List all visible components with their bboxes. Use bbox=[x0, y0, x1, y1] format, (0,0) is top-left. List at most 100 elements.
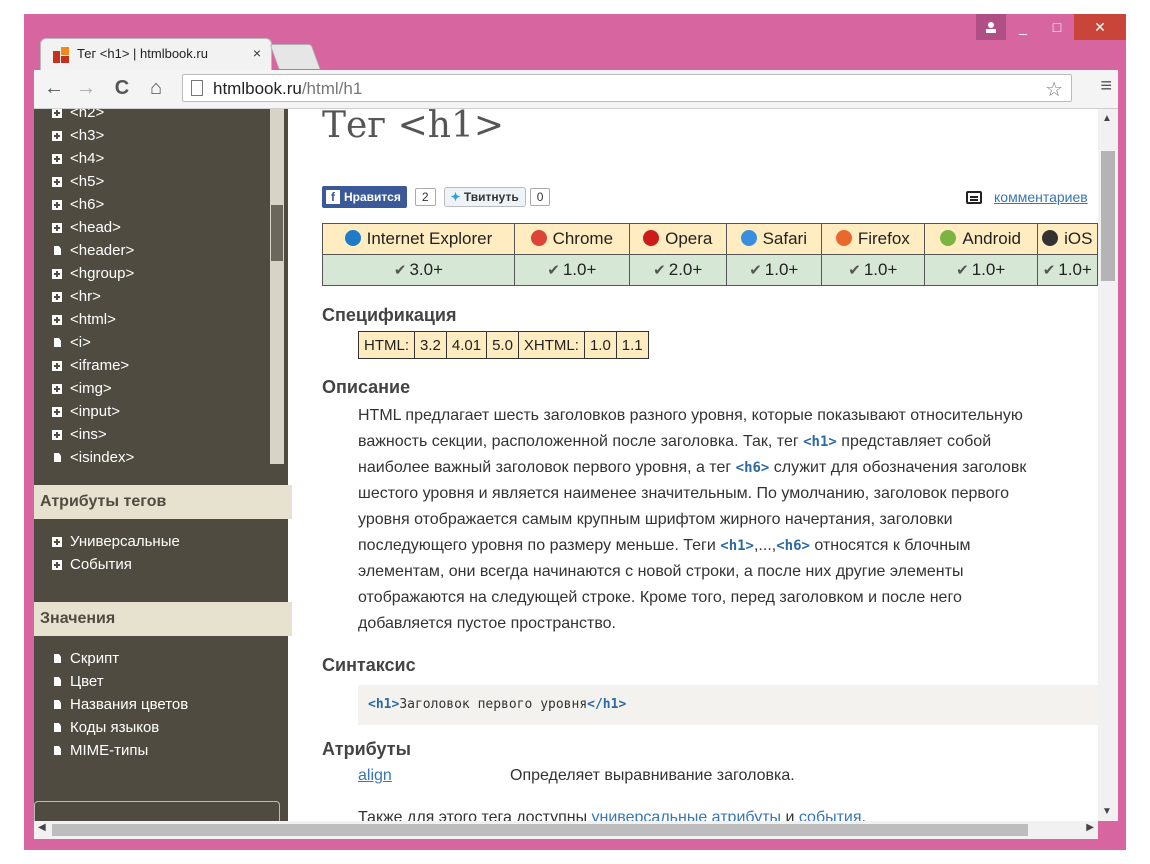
reload-icon[interactable]: C bbox=[110, 76, 134, 100]
bookmark-star-icon[interactable]: ☆ bbox=[1045, 77, 1063, 102]
sidebar-scrollbar-thumb[interactable] bbox=[271, 205, 283, 261]
sidebar-tag-item[interactable]: <i> bbox=[52, 331, 134, 354]
sidebar-tag-item[interactable]: <h3> bbox=[52, 124, 134, 147]
document-icon bbox=[54, 338, 61, 347]
sidebar-tag-item[interactable]: <head> bbox=[52, 216, 134, 239]
checkmark-icon: ✔ bbox=[547, 262, 560, 279]
checkmark-icon: ✔ bbox=[393, 262, 407, 279]
sidebar-tag-item-label: <h4> bbox=[70, 150, 105, 167]
sidebar-value-item[interactable]: Скрипт bbox=[52, 647, 188, 670]
checkmark-icon: ✔ bbox=[848, 262, 861, 279]
spec-html-version: 4.01 bbox=[445, 331, 488, 359]
sidebar-tag-item[interactable]: <header> bbox=[52, 239, 134, 262]
vertical-scrollbar[interactable]: ▲ ▼ bbox=[1098, 109, 1118, 821]
sidebar-tag-item[interactable]: <html> bbox=[52, 308, 134, 331]
facebook-icon: f bbox=[326, 190, 340, 204]
expand-plus-icon bbox=[52, 109, 62, 118]
chrome-menu-icon[interactable]: ≡ bbox=[1100, 75, 1112, 98]
sidebar-tag-item-label: <img> bbox=[70, 380, 112, 397]
new-tab-button[interactable] bbox=[269, 44, 321, 69]
minimize-button[interactable]: _ bbox=[1006, 14, 1040, 40]
comments-link-text[interactable]: комментариев bbox=[994, 189, 1088, 205]
sidebar-tag-item[interactable]: <h2> bbox=[52, 109, 134, 124]
expand-plus-icon bbox=[52, 360, 62, 371]
spec-table: HTML: 3.2 4.01 5.0 XHTML: 1.0 1.1 bbox=[358, 331, 649, 359]
sidebar-attribute-item[interactable]: Универсальные bbox=[52, 530, 180, 553]
sidebar-tag-item-label: <head> bbox=[70, 219, 121, 236]
browser-logo-icon bbox=[740, 230, 757, 246]
align-attribute-link[interactable]: align bbox=[358, 767, 392, 784]
values-section-header: Значения bbox=[34, 602, 292, 636]
maximize-button[interactable]: □ bbox=[1040, 14, 1074, 40]
document-icon bbox=[54, 700, 61, 709]
browser-logo-icon bbox=[1042, 230, 1059, 246]
expand-plus-icon bbox=[52, 199, 62, 210]
sidebar-tag-item[interactable]: <hr> bbox=[52, 285, 134, 308]
twitter-bird-icon: ✦ bbox=[450, 190, 461, 204]
browser-toolbar: ← → C ⌂ htmlbook.ru/html/h1 ☆ ≡ bbox=[34, 70, 1118, 109]
sidebar-value-item[interactable]: Названия цветов bbox=[52, 693, 188, 716]
sidebar-tag-item[interactable]: <h4> bbox=[52, 147, 134, 170]
browser-tab[interactable]: Тег <h1> | htmlbook.ru × bbox=[40, 38, 272, 70]
sidebar-tag-item[interactable]: <h5> bbox=[52, 170, 134, 193]
sidebar-value-item[interactable]: Цвет bbox=[52, 670, 188, 693]
tab-close-icon[interactable]: × bbox=[253, 45, 261, 61]
syntax-heading: Синтаксис bbox=[322, 655, 416, 675]
horizontal-scrollbar-thumb[interactable] bbox=[52, 824, 1028, 836]
browser-logo-icon bbox=[530, 230, 547, 246]
scroll-right-arrow-icon[interactable]: ▶ bbox=[1086, 822, 1094, 833]
description-text: HTML предлагает шесть заголовков разного… bbox=[358, 407, 1027, 632]
document-icon bbox=[54, 453, 61, 462]
browser-version-cell: ✔ 1.0+ bbox=[820, 254, 925, 286]
checkmark-icon: ✔ bbox=[653, 262, 666, 279]
user-profile-icon[interactable] bbox=[976, 14, 1006, 40]
expand-plus-icon bbox=[52, 536, 62, 547]
syntax-code-block: <h1>Заголовок первого уровня</h1> bbox=[358, 685, 1098, 725]
sidebar-scrollbar[interactable] bbox=[270, 109, 284, 464]
sidebar-tag-item[interactable]: <h6> bbox=[52, 193, 134, 216]
forward-arrow-icon[interactable]: → bbox=[74, 76, 98, 100]
expand-plus-icon bbox=[52, 429, 62, 440]
scroll-down-arrow-icon[interactable]: ▼ bbox=[1102, 806, 1112, 817]
sidebar-tag-item[interactable]: <isindex> bbox=[52, 446, 134, 469]
vertical-scrollbar-thumb[interactable] bbox=[1101, 151, 1115, 281]
sidebar-tag-item-label: <ins> bbox=[70, 426, 107, 443]
address-bar[interactable]: htmlbook.ru/html/h1 ☆ bbox=[182, 74, 1072, 102]
home-icon[interactable]: ⌂ bbox=[144, 76, 168, 100]
sidebar-tag-item[interactable]: <hgroup> bbox=[52, 262, 134, 285]
comments-link[interactable]: комментариев bbox=[966, 189, 1088, 205]
sidebar-tag-item[interactable]: <iframe> bbox=[52, 354, 134, 377]
tab-title: Тег <h1> | htmlbook.ru bbox=[77, 46, 208, 61]
scroll-left-arrow-icon[interactable]: ◀ bbox=[38, 822, 46, 833]
document-icon bbox=[54, 746, 61, 755]
url-text: htmlbook.ru/html/h1 bbox=[213, 79, 363, 98]
browser-logo-icon bbox=[835, 230, 852, 246]
facebook-like-button[interactable]: f Нравится bbox=[322, 186, 407, 208]
sidebar-tag-item[interactable]: <img> bbox=[52, 377, 134, 400]
back-arrow-icon[interactable]: ← bbox=[42, 76, 66, 100]
sidebar-value-item[interactable]: MIME-типы bbox=[52, 739, 188, 762]
page-title: Тег <h1> bbox=[322, 109, 505, 146]
comment-icon bbox=[966, 190, 982, 204]
sidebar-tag-item[interactable]: <ins> bbox=[52, 423, 134, 446]
close-window-button[interactable]: ✕ bbox=[1074, 14, 1126, 40]
checkmark-icon: ✔ bbox=[956, 262, 969, 279]
universal-attributes-link[interactable]: универсальные атрибуты bbox=[592, 809, 782, 821]
browser-name-cell: Firefox bbox=[820, 223, 925, 255]
sidebar-search-box[interactable] bbox=[34, 801, 280, 821]
attribute-row: align Определяет выравнивание заголовка. bbox=[358, 767, 795, 785]
tweet-button[interactable]: ✦ Твитнуть bbox=[443, 187, 526, 207]
browser-logo-icon bbox=[344, 230, 361, 246]
sidebar-attribute-item[interactable]: События bbox=[52, 553, 180, 576]
document-icon bbox=[54, 246, 61, 255]
horizontal-scrollbar[interactable]: ◀ ▶ bbox=[34, 821, 1098, 839]
expand-plus-icon bbox=[52, 176, 62, 187]
scroll-up-arrow-icon[interactable]: ▲ bbox=[1102, 113, 1112, 124]
browser-logo-icon bbox=[643, 230, 660, 246]
spec-xhtml-label: XHTML: bbox=[517, 331, 585, 359]
sidebar-value-item[interactable]: Коды языков bbox=[52, 716, 188, 739]
sidebar-tag-item-label: <hr> bbox=[70, 288, 101, 305]
sidebar-tag-item[interactable]: <input> bbox=[52, 400, 134, 423]
events-link[interactable]: события bbox=[799, 809, 862, 821]
sidebar-tag-item-label: <h2> bbox=[70, 109, 105, 121]
